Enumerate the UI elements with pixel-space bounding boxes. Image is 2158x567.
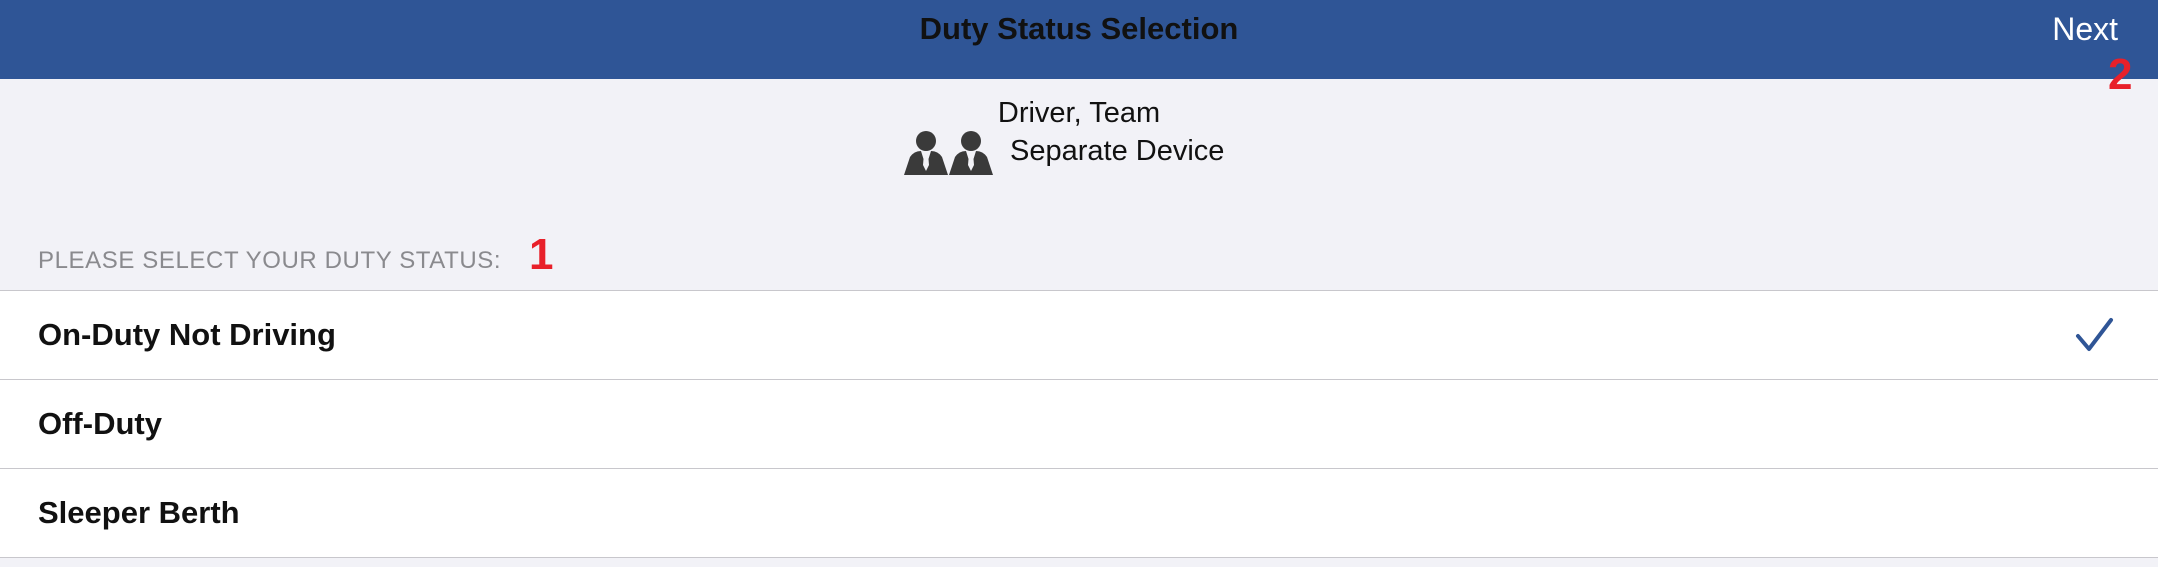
duty-status-label: Off-Duty — [38, 406, 162, 441]
driver-info: Driver, Team Separate Device — [0, 79, 2158, 229]
device-mode-label: Separate Device — [1010, 135, 1225, 167]
duty-status-label: On-Duty Not Driving — [38, 317, 336, 352]
checkmark-icon — [2076, 318, 2113, 351]
driver-role-label: Driver, Team — [997, 97, 1161, 129]
duty-status-option-sleeper-berth[interactable]: Sleeper Berth — [0, 468, 2158, 557]
annotation-marker-1: 1 — [529, 230, 554, 279]
duty-status-option-on-duty-not-driving[interactable]: On-Duty Not Driving — [0, 291, 2158, 379]
duty-status-section-header: PLEASE SELECT YOUR DUTY STATUS: — [38, 247, 502, 274]
duty-status-label: Sleeper Berth — [38, 495, 240, 530]
navigation-bar: Duty Status Selection Next — [0, 0, 2158, 79]
page-title: Duty Status Selection — [919, 11, 1239, 46]
duty-status-list: On-Duty Not Driving Off-Duty Sleeper Ber… — [0, 290, 2158, 558]
team-people-icon — [904, 131, 993, 175]
duty-status-option-off-duty[interactable]: Off-Duty — [0, 379, 2158, 468]
